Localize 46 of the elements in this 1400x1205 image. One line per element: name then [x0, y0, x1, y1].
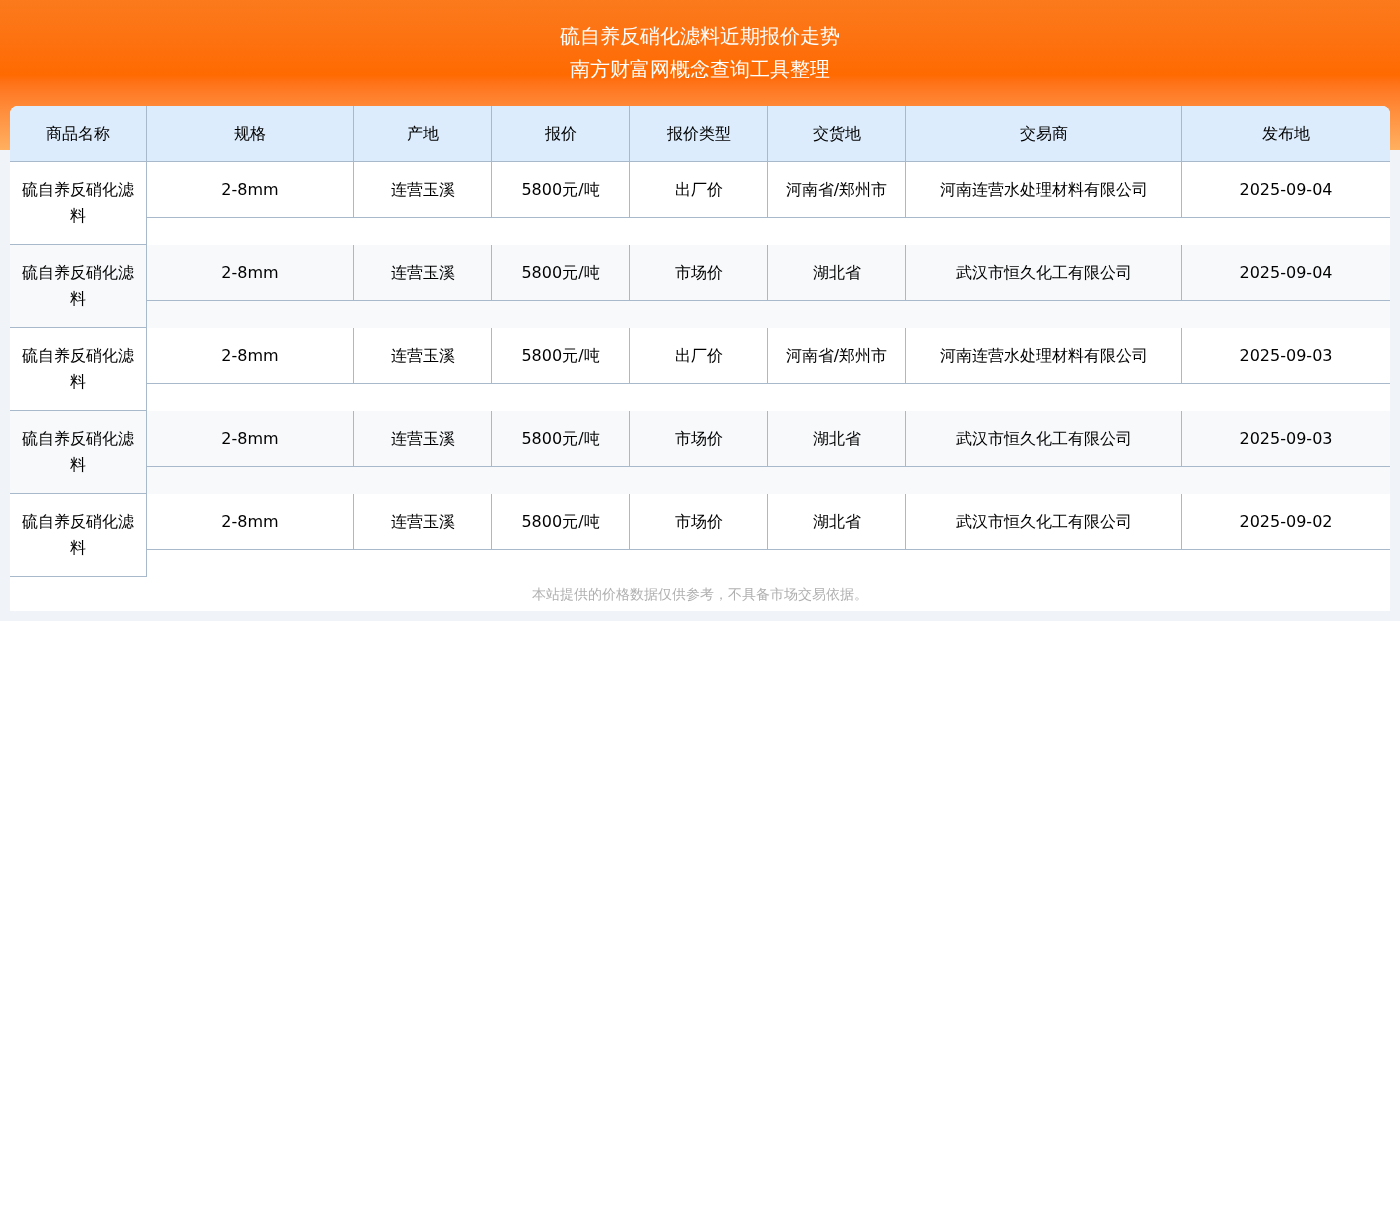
table-cell: 连营玉溪 — [354, 328, 492, 384]
table-cell: 2-8mm — [147, 328, 354, 384]
column-header: 产地 — [354, 106, 492, 161]
table-cell: 5800元/吨 — [492, 162, 630, 218]
table-cell: 武汉市恒久化工有限公司 — [906, 245, 1182, 301]
column-header: 报价 — [492, 106, 630, 161]
table-cell: 2025-09-03 — [1182, 328, 1390, 384]
column-header: 交货地 — [768, 106, 906, 161]
table-cell: 2-8mm — [147, 245, 354, 301]
table-cell: 出厂价 — [630, 162, 768, 218]
disclaimer-text: 本站提供的价格数据仅供参考，不具备市场交易依据。 — [10, 577, 1390, 611]
table-cell: 河南连营水处理材料有限公司 — [906, 328, 1182, 384]
table-cell: 武汉市恒久化工有限公司 — [906, 494, 1182, 550]
table-cell: 河南省/郑州市 — [768, 328, 906, 384]
table-cell: 5800元/吨 — [492, 411, 630, 467]
table-cell: 2025-09-04 — [1182, 162, 1390, 218]
table-cell: 湖北省 — [768, 494, 906, 550]
table-cell: 湖北省 — [768, 411, 906, 467]
table-cell: 连营玉溪 — [354, 411, 492, 467]
table-cell: 市场价 — [630, 494, 768, 550]
table-cell: 5800元/吨 — [492, 245, 630, 301]
table-cell: 2025-09-02 — [1182, 494, 1390, 550]
page-title: 南方财富网概念查询工具整理 — [570, 56, 830, 83]
table-cell: 连营玉溪 — [354, 245, 492, 301]
table-cell: 2-8mm — [147, 494, 354, 550]
table-cell: 河南省/郑州市 — [768, 162, 906, 218]
table-cell: 2025-09-04 — [1182, 245, 1390, 301]
table-cell: 2-8mm — [147, 162, 354, 218]
table-cell: 5800元/吨 — [492, 328, 630, 384]
table-cell: 2025-09-03 — [1182, 411, 1390, 467]
table-cell: 市场价 — [630, 245, 768, 301]
table-cell: 市场价 — [630, 411, 768, 467]
table-cell: 出厂价 — [630, 328, 768, 384]
column-header: 报价类型 — [630, 106, 768, 161]
table-cell: 2-8mm — [147, 411, 354, 467]
table-cell: 连营玉溪 — [354, 494, 492, 550]
column-header: 交易商 — [906, 106, 1182, 161]
table-cell: 河南连营水处理材料有限公司 — [906, 162, 1182, 218]
page-title: 硫自养反硝化滤料近期报价走势 — [560, 23, 840, 50]
table-cell: 湖北省 — [768, 245, 906, 301]
column-header: 发布地 — [1261, 122, 1311, 145]
table-cell: 连营玉溪 — [354, 162, 492, 218]
table-cell: 5800元/吨 — [492, 494, 630, 550]
column-header: 商品名称 — [10, 106, 147, 161]
table-cell: 武汉市恒久化工有限公司 — [906, 411, 1182, 467]
column-header: 规格 — [147, 106, 354, 161]
